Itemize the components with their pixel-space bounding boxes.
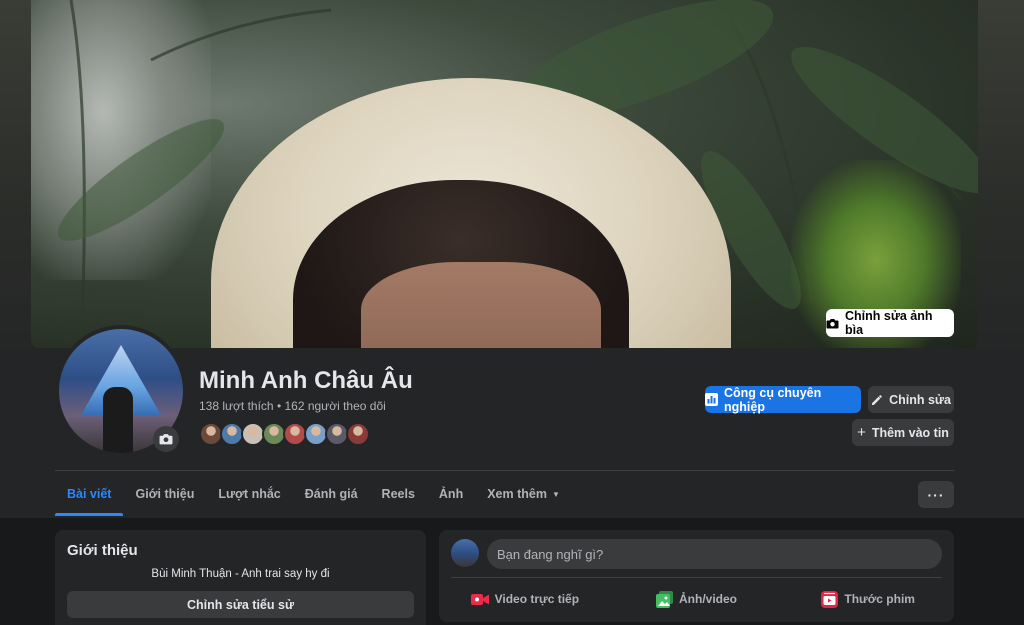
reel-button[interactable]: Thước phim bbox=[782, 582, 954, 616]
header-divider bbox=[55, 470, 954, 471]
composer-actions: Video trực tiếp Ảnh/video Thước phim bbox=[439, 582, 954, 616]
edit-bio-button[interactable]: Chỉnh sửa tiểu sử bbox=[67, 591, 414, 618]
tab-label: Ảnh bbox=[438, 487, 464, 501]
pencil-icon bbox=[871, 394, 883, 406]
tab-posts[interactable]: Bài viết bbox=[55, 472, 124, 516]
more-options-button[interactable]: ··· bbox=[918, 481, 954, 508]
add-to-story-button[interactable]: + Thêm vào tin bbox=[852, 419, 954, 446]
cover-photo[interactable] bbox=[31, 0, 978, 348]
camera-icon bbox=[826, 318, 839, 329]
tab-label: Đánh giá bbox=[304, 487, 358, 501]
live-video-button[interactable]: Video trực tiếp bbox=[439, 582, 611, 616]
tab-mentions[interactable]: Lượt nhắc bbox=[206, 472, 292, 516]
professional-tools-label: Công cụ chuyên nghiệp bbox=[724, 385, 822, 414]
photo-icon bbox=[656, 590, 673, 608]
edit-profile-label: Chỉnh sửa bbox=[889, 392, 951, 407]
tab-about[interactable]: Giới thiệu bbox=[123, 472, 206, 516]
live-video-label: Video trực tiếp bbox=[494, 592, 580, 606]
profile-tabs: Bài viết Giới thiệu Lượt nhắc Đánh giá R… bbox=[55, 472, 572, 516]
edit-cover-photo-label: Chỉnh sửa ảnh bìa bbox=[845, 309, 933, 337]
add-to-story-label: Thêm vào tin bbox=[871, 425, 949, 440]
post-composer: Bạn đang nghĩ gì? Video trực tiếp Ảnh/vi… bbox=[439, 530, 954, 622]
post-input[interactable]: Bạn đang nghĩ gì? bbox=[487, 539, 942, 569]
intro-title: Giới thiệu bbox=[67, 542, 138, 559]
professional-tools-button[interactable]: Công cụ chuyên nghiệp bbox=[705, 385, 861, 414]
tab-reels[interactable]: Reels bbox=[370, 472, 427, 516]
tab-label: Giới thiệu bbox=[135, 487, 195, 501]
tab-photos[interactable]: Ảnh bbox=[427, 472, 475, 516]
intro-bio: Bùi Minh Thuận - Anh trai say hy đi bbox=[151, 568, 330, 580]
ellipsis-icon: ··· bbox=[927, 486, 945, 503]
reel-icon bbox=[821, 590, 839, 608]
tab-label: Lượt nhắc bbox=[218, 487, 281, 501]
tab-reviews[interactable]: Đánh giá bbox=[293, 472, 370, 516]
tab-label: Reels bbox=[381, 487, 415, 501]
edit-profile-button[interactable]: Chỉnh sửa bbox=[868, 386, 954, 413]
video-camera-icon bbox=[470, 593, 489, 606]
follower-avatar[interactable] bbox=[346, 422, 370, 446]
photo-video-label: Ảnh/video bbox=[679, 592, 738, 606]
chart-icon bbox=[705, 393, 718, 406]
plus-icon: + bbox=[857, 424, 866, 441]
tab-label: Xem thêm bbox=[487, 487, 547, 501]
avatar-person bbox=[103, 387, 133, 453]
photo-video-button[interactable]: Ảnh/video bbox=[611, 582, 783, 616]
caret-down-icon: ▼ bbox=[551, 489, 560, 499]
profile-name: Minh Anh Châu Âu bbox=[199, 367, 413, 394]
intro-card: Giới thiệu Bùi Minh Thuận - Anh trai say… bbox=[55, 530, 426, 625]
update-profile-picture-button[interactable] bbox=[153, 426, 179, 452]
composer-divider bbox=[451, 577, 942, 578]
reel-label: Thước phim bbox=[844, 592, 915, 606]
edit-cover-photo-button[interactable]: Chỉnh sửa ảnh bìa bbox=[826, 309, 954, 337]
tab-see-more[interactable]: Xem thêm ▼ bbox=[475, 472, 572, 516]
tab-label: Bài viết bbox=[67, 487, 112, 501]
camera-icon bbox=[159, 433, 173, 445]
profile-stats[interactable]: 138 lượt thích • 162 người theo dõi bbox=[199, 399, 386, 413]
cover-face bbox=[361, 262, 601, 348]
avatar[interactable] bbox=[451, 539, 479, 567]
